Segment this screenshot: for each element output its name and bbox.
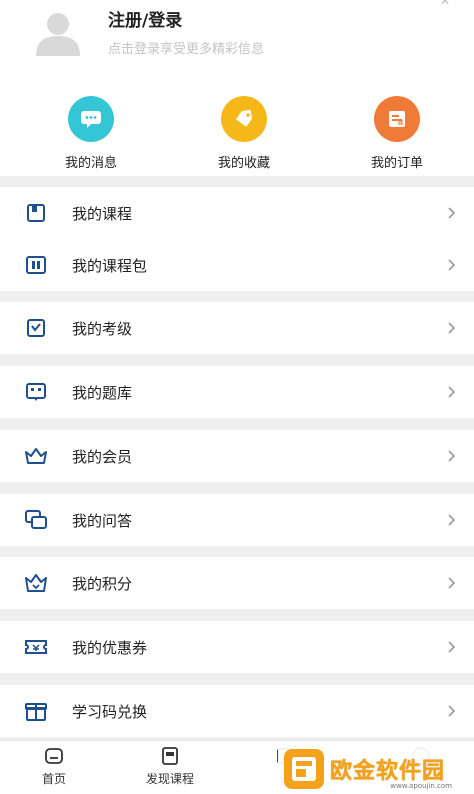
menu-section-exams: 我的考级 bbox=[0, 302, 474, 354]
question-bank-icon bbox=[26, 383, 46, 401]
menu-section-redeem: 学习码兑换 bbox=[0, 685, 474, 737]
default-avatar-icon bbox=[36, 13, 80, 56]
qa-icon bbox=[25, 510, 47, 529]
menu-section-courses: 我的课程 我的课程包 bbox=[0, 187, 474, 291]
menu-item-label: 我的课程 bbox=[72, 204, 133, 223]
site-watermark: 欧金软件园 www.apoujin.com bbox=[278, 743, 474, 794]
menu-item-my-course-packages[interactable]: 我的课程包 bbox=[0, 239, 474, 291]
quick-item-favorites[interactable]: 我的收藏 bbox=[189, 84, 299, 176]
chevron-right-icon bbox=[448, 514, 456, 526]
chevron-right-icon bbox=[448, 641, 456, 653]
profile-header[interactable]: 注册/登录 点击登录享受更多精彩信息 ✕ bbox=[0, 0, 474, 84]
menu-item-label: 我的考级 bbox=[72, 319, 133, 338]
close-icon[interactable]: ✕ bbox=[440, 0, 450, 8]
menu-item-label: 我的问答 bbox=[72, 511, 133, 530]
gift-box-icon bbox=[25, 703, 47, 721]
tag-icon bbox=[221, 96, 267, 142]
menu-item-label: 我的课程包 bbox=[72, 256, 148, 275]
menu-item-my-question-bank[interactable]: 我的题库 bbox=[0, 366, 474, 418]
chevron-right-icon bbox=[448, 577, 456, 589]
watermark-text: 欧金软件园 bbox=[330, 758, 446, 784]
chevron-right-icon bbox=[448, 259, 456, 271]
coupon-icon bbox=[25, 640, 47, 654]
menu-item-redeem-study-code[interactable]: 学习码兑换 bbox=[0, 685, 474, 737]
menu-item-my-exams[interactable]: 我的考级 bbox=[0, 302, 474, 354]
discover-icon bbox=[162, 747, 178, 765]
quick-label: 我的订单 bbox=[370, 156, 423, 171]
course-package-icon bbox=[26, 256, 46, 274]
chevron-right-icon bbox=[448, 207, 456, 219]
menu-item-label: 我的会员 bbox=[72, 447, 133, 466]
quick-item-messages[interactable]: 我的消息 bbox=[36, 84, 146, 176]
watermark-logo-icon bbox=[284, 748, 324, 789]
menu-item-my-coupons[interactable]: 我的优惠券 bbox=[0, 621, 474, 673]
quick-label: 我的收藏 bbox=[217, 156, 270, 171]
tab-label: 首页 bbox=[42, 772, 67, 786]
menu-item-label: 我的积分 bbox=[72, 574, 133, 593]
menu-item-label: 学习码兑换 bbox=[72, 702, 148, 721]
menu-section-question-bank: 我的题库 bbox=[0, 366, 474, 418]
watermark-url: www.apoujin.com bbox=[390, 782, 452, 790]
chevron-right-icon bbox=[448, 705, 456, 717]
menu-section-points: 我的积分 bbox=[0, 557, 474, 609]
quick-actions: 我的消息 我的收藏 我的订单 bbox=[0, 84, 474, 176]
menu-section-qa: 我的问答 bbox=[0, 494, 474, 546]
menu-item-my-qa[interactable]: 我的问答 bbox=[0, 494, 474, 546]
chevron-right-icon bbox=[448, 322, 456, 334]
order-icon bbox=[374, 96, 420, 142]
menu-item-my-points[interactable]: 我的积分 bbox=[0, 557, 474, 609]
book-icon bbox=[27, 204, 45, 222]
menu-section-coupons: 我的优惠券 bbox=[0, 621, 474, 673]
tab-label: 发现课程 bbox=[146, 772, 195, 786]
login-hint-text: 点击登录享受更多精彩信息 bbox=[108, 42, 265, 57]
home-icon bbox=[45, 748, 63, 764]
message-icon bbox=[68, 96, 114, 142]
chevron-right-icon bbox=[448, 450, 456, 462]
menu-item-my-courses[interactable]: 我的课程 bbox=[0, 187, 474, 239]
chevron-right-icon bbox=[448, 386, 456, 398]
menu-item-label: 我的题库 bbox=[72, 383, 133, 402]
menu-item-my-membership[interactable]: 我的会员 bbox=[0, 430, 474, 482]
tab-discover-courses[interactable]: 发现课程 bbox=[146, 745, 194, 787]
menu-section-membership: 我的会员 bbox=[0, 430, 474, 482]
exam-icon bbox=[27, 319, 45, 337]
login-register-title[interactable]: 注册/登录 bbox=[108, 6, 182, 31]
tab-home[interactable]: 首页 bbox=[42, 745, 66, 787]
quick-label: 我的消息 bbox=[64, 156, 117, 171]
points-icon bbox=[25, 574, 47, 592]
quick-item-orders[interactable]: 我的订单 bbox=[342, 84, 452, 176]
crown-icon bbox=[25, 448, 47, 464]
menu-item-label: 我的优惠券 bbox=[72, 638, 148, 657]
